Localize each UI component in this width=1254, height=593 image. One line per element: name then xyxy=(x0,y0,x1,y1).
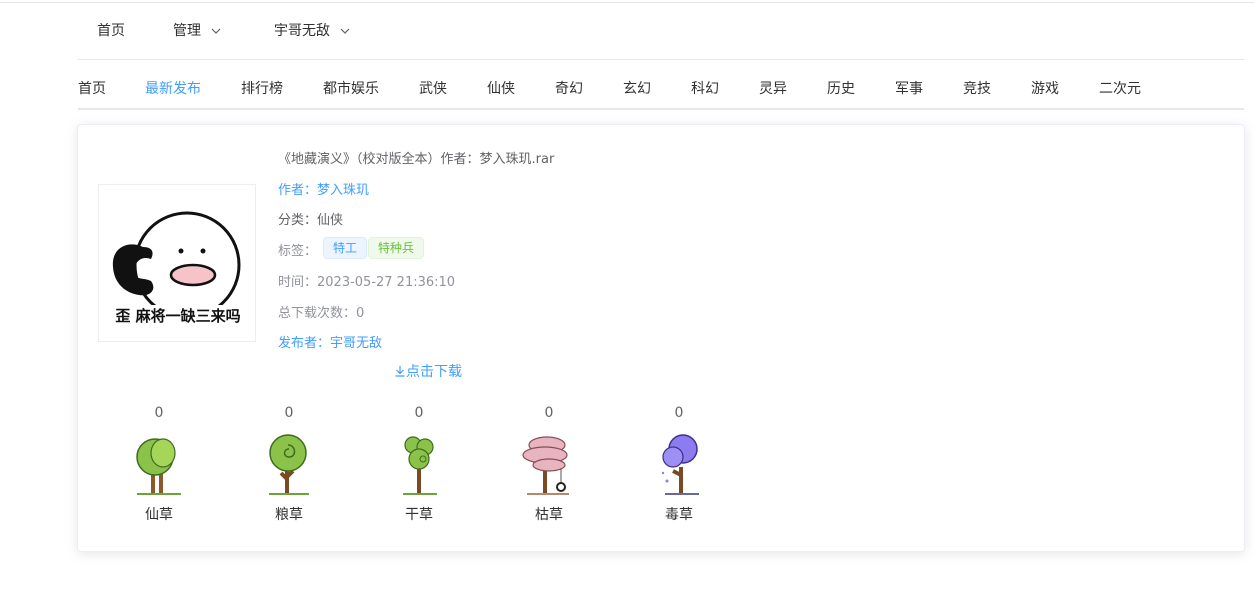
vote-label: 粮草 xyxy=(275,507,303,523)
purple-tree-icon xyxy=(661,434,699,495)
book-author[interactable]: 作者：梦入珠玑 xyxy=(278,179,369,198)
category-nav: 首页 最新发布 排行榜 都市娱乐 武侠 仙侠 奇幻 玄幻 科幻 灵异 历史 军事… xyxy=(78,60,1244,110)
vote-label: 枯草 xyxy=(535,507,563,523)
book-title: 《地藏演义》（校对版全本）作者：梦入珠玑.rar xyxy=(278,152,555,167)
vote-count: 0 xyxy=(414,405,424,421)
category-sports[interactable]: 竞技 xyxy=(963,60,991,108)
vote-liangcao[interactable]: 0 粮草 xyxy=(249,403,329,525)
tag-badge[interactable]: 特工 xyxy=(323,237,368,259)
pink-swing-tree-icon xyxy=(522,436,569,495)
book-category: 分类：仙侠 xyxy=(278,213,344,228)
top-menu-user-label: 宇哥无敌 xyxy=(274,23,330,39)
category-xianxia[interactable]: 仙侠 xyxy=(487,60,515,108)
category-latest[interactable]: 最新发布 xyxy=(145,60,201,108)
download-icon xyxy=(394,364,406,380)
vote-count: 0 xyxy=(284,405,294,421)
download-button[interactable]: 点击下载 xyxy=(394,361,462,381)
vote-label: 干草 xyxy=(405,507,433,523)
top-menu-manage[interactable]: 管理 xyxy=(173,3,221,59)
category-scifi[interactable]: 科幻 xyxy=(691,60,719,108)
swirl-tree-icon xyxy=(269,434,309,495)
chevron-down-icon xyxy=(340,28,350,34)
book-cover[interactable]: 歪 麻将一缺三来吗 xyxy=(98,184,256,342)
vote-label: 仙草 xyxy=(145,507,173,523)
category-history[interactable]: 历史 xyxy=(827,60,855,108)
top-menu: 首页 管理 宇哥无敌 xyxy=(78,3,1244,60)
book-card: 歪 麻将一缺三来吗 《地藏演义》（校对版全本）作者：梦入珠玑.rar 作者：梦入… xyxy=(77,124,1245,552)
chevron-down-icon xyxy=(211,28,221,34)
vote-ducao[interactable]: 0 毒草 xyxy=(639,403,719,525)
vote-count: 0 xyxy=(544,405,554,421)
book-tags: 标签： 特工 特种兵 xyxy=(278,237,478,259)
category-games[interactable]: 游戏 xyxy=(1031,60,1059,108)
category-home[interactable]: 首页 xyxy=(78,60,106,108)
category-ranking[interactable]: 排行榜 xyxy=(241,60,283,108)
category-fantasy[interactable]: 奇幻 xyxy=(555,60,583,108)
category-urban[interactable]: 都市娱乐 xyxy=(323,60,379,108)
top-menu-manage-label: 管理 xyxy=(173,23,201,39)
vote-xiancao[interactable]: 0 仙草 xyxy=(119,403,199,525)
top-menu-home[interactable]: 首页 xyxy=(97,3,125,59)
tag-badge[interactable]: 特种兵 xyxy=(368,237,425,259)
category-anime[interactable]: 二次元 xyxy=(1099,60,1141,108)
vote-count: 0 xyxy=(674,405,684,421)
category-xuanhuan[interactable]: 玄幻 xyxy=(623,60,651,108)
cover-caption: 歪 麻将一缺三来吗 xyxy=(115,307,241,325)
book-downloads: 总下载次数：0 xyxy=(278,306,365,321)
download-label: 点击下载 xyxy=(406,364,462,380)
vote-label: 毒草 xyxy=(665,507,693,523)
vote-count: 0 xyxy=(154,405,164,421)
category-supernatural[interactable]: 灵异 xyxy=(759,60,787,108)
category-wuxia[interactable]: 武侠 xyxy=(419,60,447,108)
book-time: 时间：2023-05-27 21:36:10 xyxy=(278,275,456,290)
category-military[interactable]: 军事 xyxy=(895,60,923,108)
meme-face-icon xyxy=(112,211,241,305)
top-menu-user[interactable]: 宇哥无敌 xyxy=(274,3,350,59)
green-tree-icon xyxy=(136,438,181,495)
vote-gancao[interactable]: 0 干草 xyxy=(379,403,459,525)
tags-label: 标签： xyxy=(278,244,318,259)
dry-tree-icon xyxy=(403,436,437,495)
book-publisher[interactable]: 发布者：宇哥无敌 xyxy=(278,332,382,351)
vote-kucao[interactable]: 0 枯草 xyxy=(509,403,589,525)
